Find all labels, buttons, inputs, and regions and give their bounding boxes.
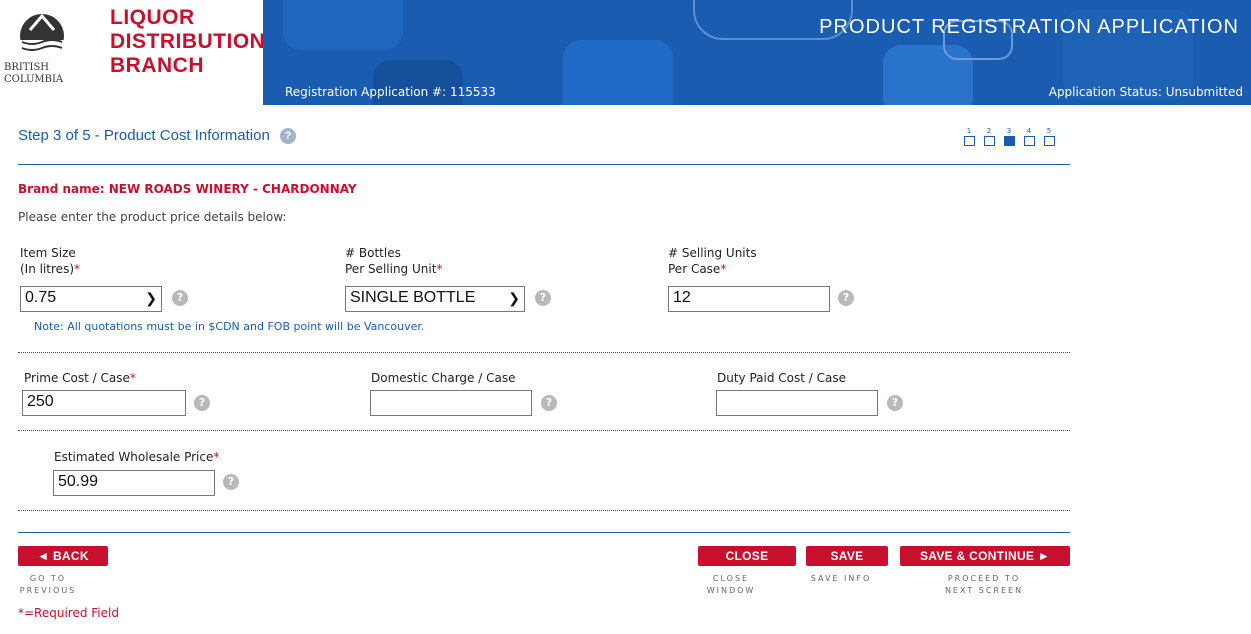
divider — [18, 510, 1070, 511]
banner-decoration — [563, 40, 673, 105]
wholesale-input[interactable]: 50.99 — [53, 470, 215, 496]
bc-logo: British Columbia — [0, 0, 96, 105]
item-size-help[interactable]: ? — [172, 290, 188, 306]
app-title: PRODUCT REGISTRATION APPLICATION — [819, 16, 1239, 38]
page-title: Step 3 of 5 - Product Cost Information ? — [18, 127, 296, 145]
save-continue-caption: PROCEED TO NEXT SCREEN — [944, 574, 1024, 595]
help-icon[interactable]: ? — [194, 395, 210, 411]
selling-units-help[interactable]: ? — [838, 290, 854, 306]
chevron-down-icon: ❯ — [145, 290, 157, 306]
help-icon[interactable]: ? — [223, 474, 239, 490]
application-status: Application Status: Unsubmitted — [1048, 85, 1243, 99]
save-caption: SAVE INFO — [810, 574, 872, 583]
instructions: Please enter the product price details b… — [18, 210, 287, 224]
divider — [18, 532, 1070, 533]
bottles-help[interactable]: ? — [535, 290, 551, 306]
help-icon[interactable]: ? — [172, 290, 188, 306]
save-button[interactable]: SAVE — [806, 546, 888, 566]
currency-note: Note: All quotations must be in $CDN and… — [34, 320, 425, 333]
prime-cost-label: Prime Cost / Case* — [24, 371, 136, 385]
help-icon[interactable]: ? — [535, 290, 551, 306]
close-caption: CLOSE WINDOW — [706, 574, 756, 595]
domestic-charge-help[interactable]: ? — [541, 395, 557, 411]
save-continue-button[interactable]: SAVE & CONTINUE ► — [900, 546, 1070, 566]
divider — [18, 352, 1070, 353]
step-1-icon: 1 — [962, 127, 976, 147]
item-size-select[interactable]: 0.75 ❯ — [20, 286, 162, 312]
selling-units-label: # Selling Units Per Case* — [668, 246, 757, 276]
step-title-text: Step 3 of 5 - Product Cost Information — [18, 127, 270, 144]
chevron-down-icon: ❯ — [508, 290, 520, 306]
registration-number: Registration Application #: 115533 — [285, 85, 496, 99]
prime-cost-input[interactable]: 250 — [22, 390, 186, 416]
required-field-note: *=Required Field — [18, 606, 119, 620]
step-2-icon: 2 — [982, 127, 996, 147]
divider — [18, 164, 1070, 165]
bottles-select[interactable]: SINGLE BOTTLE ❯ — [345, 286, 525, 312]
step-indicator: 1 2 3 4 5 — [962, 127, 1056, 147]
help-icon[interactable]: ? — [838, 290, 854, 306]
help-icon[interactable]: ? — [887, 395, 903, 411]
bc-crest-icon — [20, 13, 64, 58]
domestic-charge-label: Domestic Charge / Case — [371, 371, 516, 385]
step-4-icon: 4 — [1022, 127, 1036, 147]
step-5-icon: 5 — [1042, 127, 1056, 147]
logo-text: British Columbia — [4, 62, 64, 85]
help-icon[interactable]: ? — [541, 395, 557, 411]
close-button[interactable]: CLOSE — [698, 546, 796, 566]
branch-title: LIQUOR DISTRIBUTION BRANCH — [110, 6, 266, 77]
duty-paid-input[interactable] — [716, 390, 878, 416]
step-3-icon: 3 — [1002, 127, 1016, 147]
wholesale-help[interactable]: ? — [223, 474, 239, 490]
back-button[interactable]: ◄ BACK — [18, 546, 108, 566]
duty-paid-label: Duty Paid Cost / Case — [717, 371, 846, 385]
selling-units-input[interactable]: 12 — [668, 286, 830, 312]
back-caption: GO TO PREVIOUS — [19, 574, 77, 595]
banner-decoration — [283, 0, 403, 50]
brand-name: Brand name: NEW ROADS WINERY - CHARDONNA… — [18, 182, 357, 196]
duty-paid-help[interactable]: ? — [887, 395, 903, 411]
help-icon[interactable]: ? — [279, 128, 296, 145]
wholesale-label: Estimated Wholesale Price* — [54, 450, 220, 464]
item-size-label: Item Size (In litres)* — [20, 246, 80, 276]
header-banner: PRODUCT REGISTRATION APPLICATION Registr… — [263, 0, 1251, 105]
bottles-label: # Bottles Per Selling Unit* — [345, 246, 443, 276]
divider — [18, 430, 1070, 431]
domestic-charge-input[interactable] — [370, 390, 532, 416]
page-header: British Columbia LIQUOR DISTRIBUTION BRA… — [0, 0, 1251, 105]
prime-cost-help[interactable]: ? — [194, 395, 210, 411]
